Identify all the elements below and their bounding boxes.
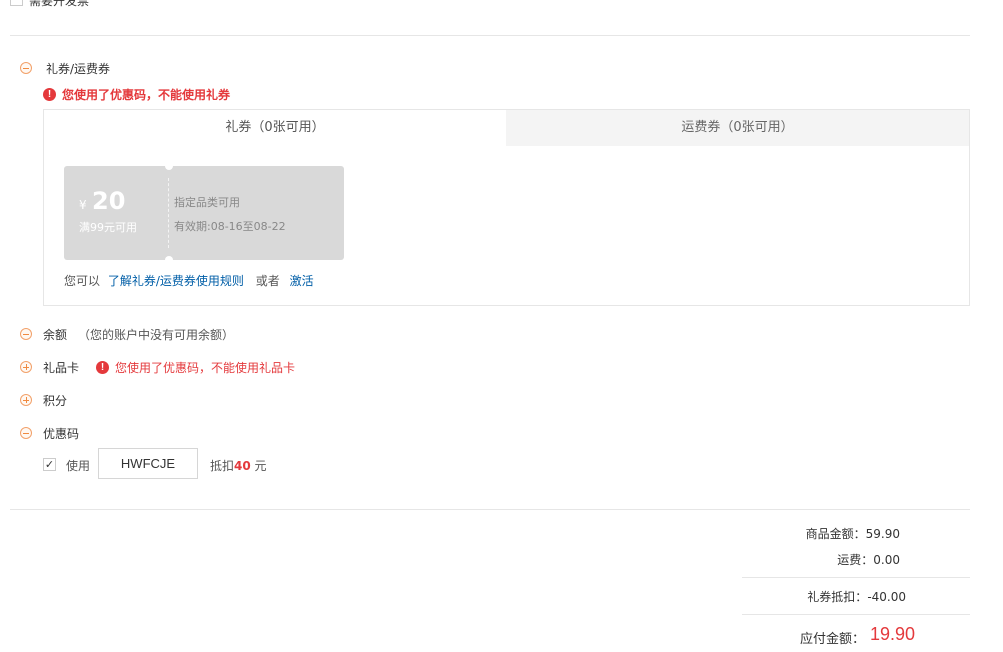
goods-amount-value: 59.90 — [865, 527, 900, 541]
promo-code-title[interactable]: 优惠码 — [43, 425, 79, 442]
deduct-unit: 元 — [254, 459, 267, 473]
use-promo-checkbox[interactable]: ✓ — [43, 458, 56, 471]
coupon-scope: 指定品类可用 — [174, 196, 240, 209]
coupon-condition: 满99元可用 — [79, 221, 137, 234]
coupon-deduct-row: 礼券抵扣：-40.00 — [807, 588, 906, 605]
goods-amount-label: 商品金额： — [805, 527, 866, 541]
coupon-separator — [168, 178, 169, 248]
use-promo-label: 使用 — [66, 459, 91, 473]
balance-title[interactable]: 余额 — [43, 326, 67, 343]
deduct-text: 抵扣40 元 — [210, 457, 267, 474]
coupon-notch-top — [165, 162, 173, 170]
coupon-deduct-value: -40.00 — [867, 590, 906, 604]
deduct-amount: 40 — [234, 459, 251, 473]
total-label: 应付金额： — [800, 632, 866, 647]
gift-coupon-warning: 您使用了优惠码，不能使用礼券 — [62, 88, 231, 102]
coupon-rules-link[interactable]: 了解礼券/运费券使用规则 — [108, 274, 244, 288]
coupon-validity: 有效期:08-16至08-22 — [174, 220, 286, 233]
summary-line-2 — [742, 614, 970, 615]
expand-gift-card-icon[interactable] — [20, 361, 32, 373]
top-divider — [10, 35, 970, 36]
points-title[interactable]: 积分 — [43, 392, 67, 409]
warning-icon: ! — [43, 88, 56, 101]
expand-points-icon[interactable] — [20, 394, 32, 406]
gift-card-title[interactable]: 礼品卡 — [43, 359, 79, 376]
summary-line-1 — [742, 577, 970, 578]
shipping-row: 运费：0.00 — [837, 551, 900, 568]
tab-shipping-coupon[interactable]: 运费券（0张可用） — [506, 110, 969, 146]
help-or: 或者 — [255, 274, 280, 288]
summary-divider — [10, 509, 970, 510]
warning-icon: ! — [96, 361, 109, 374]
total-value: 19.90 — [870, 624, 916, 644]
shipping-value: 0.00 — [873, 553, 900, 567]
collapse-balance-icon[interactable] — [20, 328, 32, 340]
gift-coupon-title[interactable]: 礼券/运费券 — [46, 60, 110, 77]
coupon-amount: 20 — [92, 187, 126, 215]
collapse-promo-code-icon[interactable] — [20, 427, 32, 439]
gift-card-warning: 您使用了优惠码，不能使用礼品卡 — [115, 361, 296, 375]
coupon-deduct-label: 礼券抵扣： — [807, 590, 868, 604]
promo-code-input[interactable]: HWFCJE — [98, 448, 198, 479]
coupon-card[interactable]: ¥ 20 满99元可用 指定品类可用 有效期:08-16至08-22 — [64, 162, 344, 264]
invoice-label: 需要开发票 — [29, 0, 90, 8]
tab-gift-coupon[interactable]: 礼券（0张可用） — [44, 110, 506, 146]
goods-amount-row: 商品金额：59.90 — [806, 525, 900, 542]
shipping-label: 运费： — [837, 553, 874, 567]
collapse-gift-coupon-icon[interactable] — [20, 62, 32, 74]
invoice-checkbox[interactable] — [10, 0, 23, 6]
balance-note: （您的账户中没有可用余额） — [78, 328, 235, 342]
coupon-currency: ¥ — [79, 198, 87, 212]
help-prefix: 您可以 — [64, 274, 101, 288]
coupon-panel: 礼券（0张可用） 运费券（0张可用） ¥ 20 满99元可用 指定品类可用 有效… — [43, 109, 970, 306]
coupon-notch-bottom — [165, 256, 173, 264]
activate-link[interactable]: 激活 — [290, 274, 314, 288]
coupon-help-line: 您可以 了解礼券/运费券使用规则 或者 激活 — [64, 272, 314, 289]
deduct-prefix: 抵扣 — [210, 459, 235, 473]
